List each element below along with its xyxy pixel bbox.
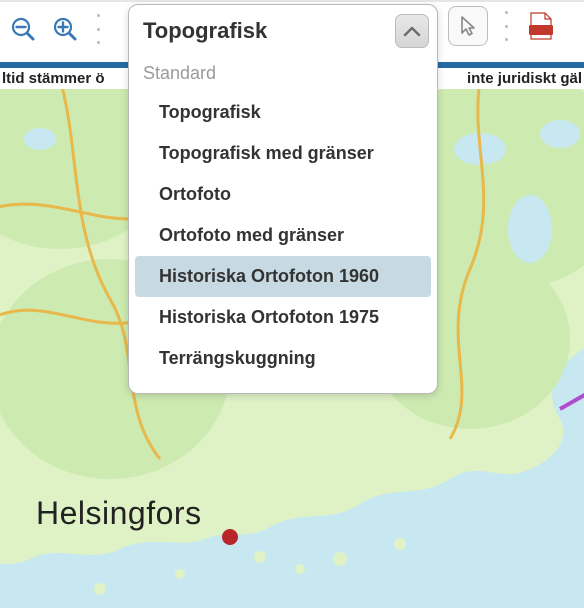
pdf-icon	[527, 11, 555, 41]
toolbar-separator	[96, 14, 100, 44]
export-pdf-button[interactable]	[524, 9, 558, 43]
zoom-in-button[interactable]	[48, 12, 82, 46]
layer-option[interactable]: Topografisk med gränser	[135, 133, 431, 174]
chevron-up-icon	[403, 25, 421, 37]
dropdown-group-label: Standard	[129, 57, 437, 92]
right-tools	[448, 6, 558, 46]
dropdown-collapse-button[interactable]	[395, 14, 429, 48]
city-marker	[222, 529, 238, 545]
zoom-in-icon	[52, 16, 78, 42]
banner-text-left: ltid stämmer ö	[2, 70, 132, 87]
layer-option[interactable]: Topografisk	[135, 92, 431, 133]
layer-option[interactable]: Historiska Ortofoton 1975	[135, 297, 431, 338]
layer-option-selected[interactable]: Historiska Ortofoton 1960	[135, 256, 431, 297]
dropdown-current-label: Topografisk	[143, 18, 267, 44]
pointer-tool-button[interactable]	[448, 6, 488, 46]
toolbar-separator-2	[504, 11, 508, 41]
layer-dropdown: Topografisk Standard Topografisk Topogra…	[128, 4, 438, 394]
zoom-out-icon	[10, 16, 36, 42]
layer-option[interactable]: Ortofoto med gränser	[135, 215, 431, 256]
city-label: Helsingfors	[36, 495, 202, 532]
dropdown-list: Topografisk Topografisk med gränser Orto…	[129, 92, 437, 379]
cursor-icon	[457, 15, 479, 37]
zoom-out-button[interactable]	[6, 12, 40, 46]
dropdown-header[interactable]: Topografisk	[129, 5, 437, 57]
layer-option[interactable]: Ortofoto	[135, 174, 431, 215]
layer-option[interactable]: Terrängskuggning	[135, 338, 431, 379]
